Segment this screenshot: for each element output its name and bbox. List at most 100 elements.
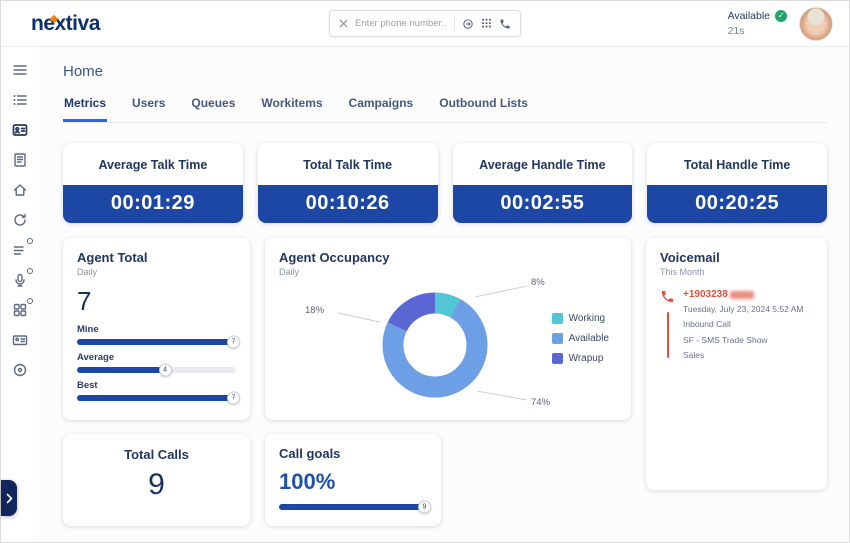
tab-campaigns[interactable]: Campaigns bbox=[348, 92, 415, 122]
voicemail-call-icon bbox=[660, 289, 675, 309]
voicemail-datetime: Tuesday, July 23, 2024 5:52 AM bbox=[683, 303, 804, 315]
status-label: Available bbox=[728, 9, 770, 23]
progress-badge: 9 bbox=[418, 501, 431, 514]
metric-title: Total Handle Time bbox=[647, 143, 827, 185]
timeline-rail bbox=[667, 312, 669, 358]
divider bbox=[454, 16, 455, 31]
metric-title: Total Talk Time bbox=[258, 143, 438, 185]
user-avatar[interactable] bbox=[799, 7, 833, 41]
progress-badge: 7 bbox=[227, 392, 240, 405]
progress-fill: 7 bbox=[77, 395, 236, 401]
voicemail-direction: Inbound Call bbox=[683, 318, 804, 330]
legend-item-wrapup: Wrapup bbox=[552, 353, 609, 364]
tab-users[interactable]: Users bbox=[131, 92, 166, 122]
occupancy-chart: 8% 18% 74% Working Available bbox=[279, 279, 617, 419]
sessions-icon[interactable] bbox=[11, 361, 29, 379]
card-subtitle: This Month bbox=[660, 267, 813, 277]
legend-label: Working bbox=[569, 313, 606, 324]
card-title: Total Calls bbox=[63, 447, 250, 462]
nextiva-logo: nextiva bbox=[17, 12, 100, 36]
headset-icon[interactable] bbox=[11, 271, 29, 289]
tab-outbound-lists[interactable]: Outbound Lists bbox=[438, 92, 529, 122]
notes-icon[interactable] bbox=[11, 151, 29, 169]
metric-value: 00:01:29 bbox=[63, 185, 243, 223]
legend-swatch bbox=[552, 313, 563, 324]
call-goals-value: 100% bbox=[279, 469, 427, 495]
home-icon[interactable] bbox=[11, 181, 29, 199]
apps-grid-icon[interactable] bbox=[11, 301, 29, 319]
donut-label-wrapup: 18% bbox=[305, 305, 324, 316]
progress-fill: 4 bbox=[77, 367, 168, 373]
total-calls-value: 9 bbox=[63, 468, 250, 502]
bar-label: Mine bbox=[77, 324, 236, 335]
id-card-icon[interactable] bbox=[11, 331, 29, 349]
call-goals-card: Call goals 100% 9 bbox=[265, 434, 441, 526]
sidebar-nav bbox=[1, 47, 39, 542]
voicemail-entry[interactable]: +1903238 Tuesday, July 23, 2024 5:52 AM … bbox=[660, 289, 813, 361]
agent-total-card: Agent Total Daily 7 Mine 7 Average 4 bbox=[63, 238, 250, 420]
bar-row-average: Average 4 bbox=[77, 352, 236, 373]
card-title: Agent Occupancy bbox=[279, 250, 617, 265]
legend-swatch bbox=[552, 333, 563, 344]
phone-number-input[interactable] bbox=[355, 18, 447, 29]
bar-row-mine: Mine 7 bbox=[77, 324, 236, 345]
menu-icon[interactable] bbox=[11, 61, 29, 79]
agenda-list-icon[interactable] bbox=[11, 91, 29, 109]
metric-card-avg-handle: Average Handle Time 00:02:55 bbox=[453, 143, 633, 223]
progress-fill: 9 bbox=[279, 504, 427, 510]
apps-badge bbox=[27, 298, 33, 304]
legend-label: Wrapup bbox=[569, 353, 604, 364]
voicemail-source: SF - SMS Trade Show bbox=[683, 334, 804, 346]
tasks-badge bbox=[27, 238, 33, 244]
call-icon[interactable] bbox=[499, 18, 511, 30]
progress-badge: 4 bbox=[159, 364, 172, 377]
metric-title: Average Talk Time bbox=[63, 143, 243, 185]
progress-badge: 7 bbox=[227, 336, 240, 349]
voicemail-team: Sales bbox=[683, 349, 804, 361]
contacts-icon[interactable] bbox=[11, 121, 29, 139]
chevron-right-icon bbox=[6, 493, 13, 504]
progress-track: 7 bbox=[77, 339, 236, 345]
legend-swatch bbox=[552, 353, 563, 364]
transfer-call-icon[interactable] bbox=[462, 18, 474, 30]
tasks-icon[interactable] bbox=[11, 241, 29, 259]
dashboard-grid: Agent Total Daily 7 Mine 7 Average 4 bbox=[63, 238, 827, 526]
status-available-icon: ✓ bbox=[775, 10, 787, 22]
dialpad-icon[interactable] bbox=[481, 18, 492, 30]
status-timer: 21s bbox=[728, 24, 787, 38]
chart-legend: Working Available Wrapup bbox=[552, 313, 609, 364]
occupancy-donut bbox=[375, 285, 495, 405]
metric-card-avg-talk: Average Talk Time 00:01:29 bbox=[63, 143, 243, 223]
sidebar-expand-button[interactable] bbox=[1, 480, 17, 516]
metric-value: 00:10:26 bbox=[258, 185, 438, 223]
agent-occupancy-card: Agent Occupancy Daily 8% 18% 74% Working bbox=[265, 238, 631, 420]
topbar: nextiva Available ✓ 21s bbox=[1, 1, 849, 47]
agent-status[interactable]: Available ✓ 21s bbox=[728, 9, 787, 37]
progress-track: 7 bbox=[77, 395, 236, 401]
legend-item-working: Working bbox=[552, 313, 609, 324]
card-title: Call goals bbox=[279, 446, 427, 461]
metric-card-total-talk: Total Talk Time 00:10:26 bbox=[258, 143, 438, 223]
main-content: Home Metrics Users Queues Workitems Camp… bbox=[39, 47, 849, 542]
voicemail-card: Voicemail This Month +1903238 bbox=[646, 238, 827, 490]
bar-label: Best bbox=[77, 380, 236, 391]
page-title: Home bbox=[63, 63, 827, 80]
logo-text: nextiva bbox=[31, 12, 100, 35]
tab-queues[interactable]: Queues bbox=[190, 92, 236, 122]
metric-card-row: Average Talk Time 00:01:29 Total Talk Ti… bbox=[63, 143, 827, 223]
headset-badge bbox=[27, 268, 33, 274]
card-subtitle: Daily bbox=[77, 267, 236, 277]
sync-icon[interactable] bbox=[11, 211, 29, 229]
agent-total-value: 7 bbox=[77, 286, 236, 317]
tab-metrics[interactable]: Metrics bbox=[63, 92, 107, 122]
tab-workitems[interactable]: Workitems bbox=[260, 92, 323, 122]
clear-icon[interactable] bbox=[339, 19, 348, 28]
metric-value: 00:20:25 bbox=[647, 185, 827, 223]
card-subtitle: Daily bbox=[279, 267, 617, 277]
bar-label: Average bbox=[77, 352, 236, 363]
redacted-digits bbox=[730, 291, 754, 299]
total-calls-card: Total Calls 9 bbox=[63, 434, 250, 526]
voicemail-number[interactable]: +1903238 bbox=[683, 289, 804, 300]
donut-label-working: 8% bbox=[531, 277, 545, 288]
progress-fill: 7 bbox=[77, 339, 236, 345]
